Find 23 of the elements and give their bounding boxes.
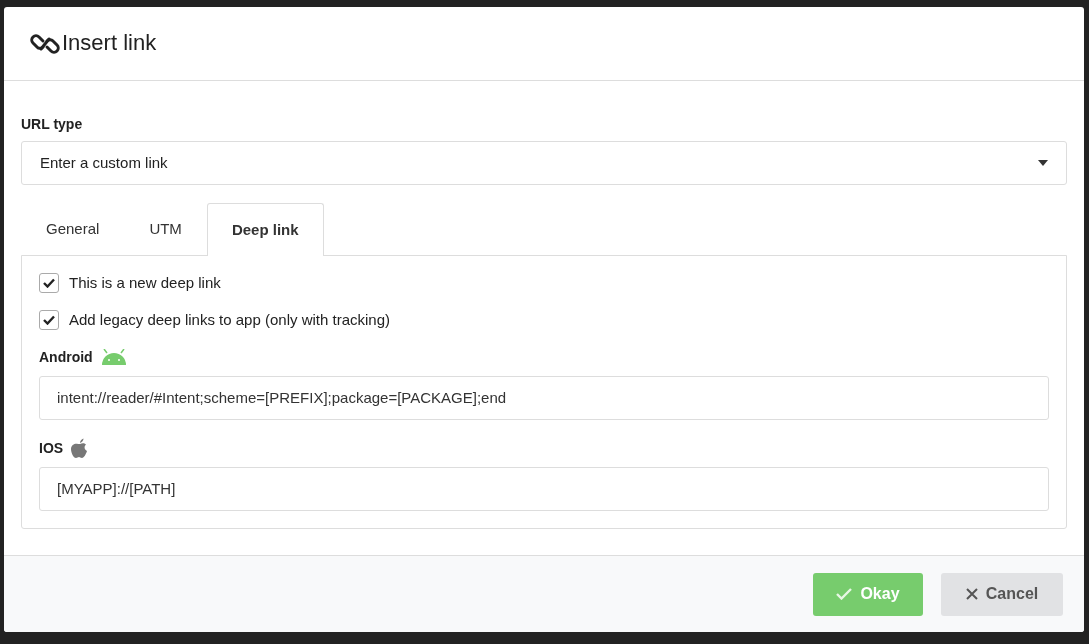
checkbox[interactable]	[39, 310, 59, 331]
checkbox[interactable]	[39, 272, 59, 293]
android-icon	[100, 349, 127, 365]
checkbox-label: Add legacy deep links to app (only with tracking)	[69, 310, 390, 330]
tab[interactable]: Deep link	[206, 203, 324, 256]
check-icon	[836, 588, 853, 600]
text-field[interactable]: [MYAPP]://[PATH]	[39, 466, 1049, 511]
checkmark-icon	[43, 315, 55, 326]
field-label: Android	[39, 347, 93, 367]
link-icon	[30, 31, 60, 56]
text-field[interactable]: intent://reader/#Intent;scheme=[PREFIX];package=[PACKAGE];end	[39, 375, 1049, 420]
tab[interactable]: General	[21, 203, 125, 255]
cancel-button[interactable]: Cancel	[941, 572, 1063, 616]
dialog-title: Insert link	[62, 30, 157, 57]
checkbox-label: This is a new deep link	[69, 272, 221, 293]
close-icon	[965, 588, 978, 600]
tab[interactable]: UTM	[124, 203, 207, 255]
checkmark-icon	[43, 277, 55, 288]
field-label: IOS	[39, 438, 64, 458]
field-label: URL type	[21, 115, 83, 134]
apple-icon	[71, 437, 90, 459]
url-type-select[interactable]: Enter a custom link	[21, 141, 1067, 185]
caret-icon	[1038, 160, 1048, 166]
